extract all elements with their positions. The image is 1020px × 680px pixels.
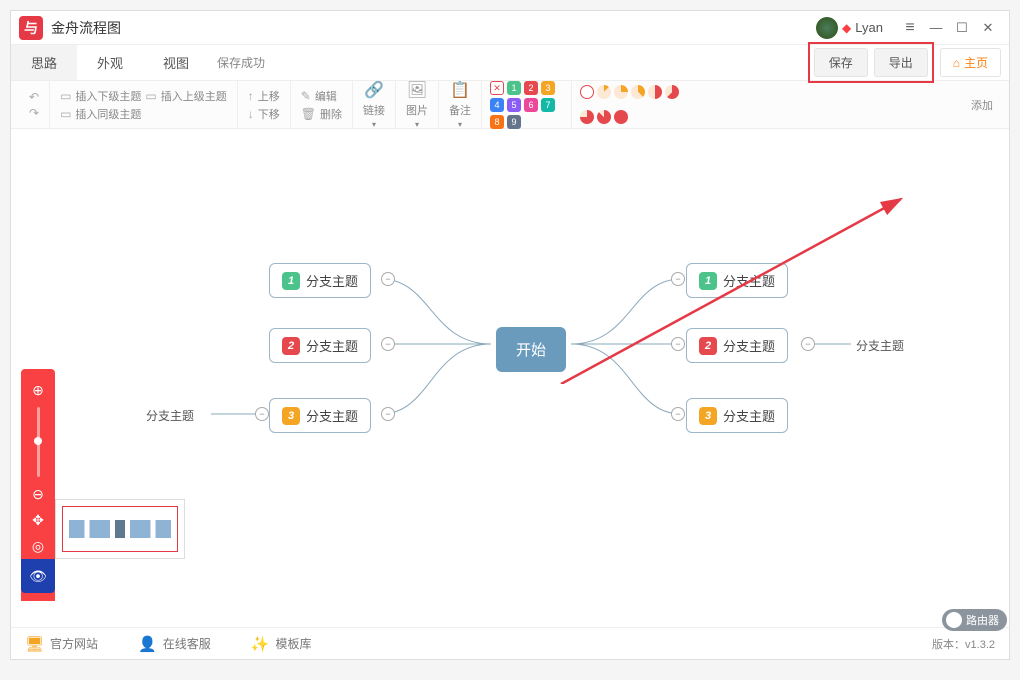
tab-mind[interactable]: 思路 (11, 45, 77, 80)
user-avatar[interactable] (816, 17, 838, 39)
collapse-l1[interactable]: − (381, 272, 395, 286)
marker-2[interactable]: 2 (524, 81, 538, 95)
marker-x[interactable]: ✕ (490, 81, 504, 95)
menu-icon[interactable]: ≡ (897, 15, 923, 41)
save-button[interactable]: 保存 (814, 48, 868, 77)
collapse-r2[interactable]: − (671, 337, 685, 351)
footer: 🖥官方网站 👤在线客服 ✨模板库 版本：v1.3.2 (11, 627, 1009, 659)
right-node-3[interactable]: 3分支主题 (686, 398, 788, 433)
add-label[interactable]: 添加 (971, 97, 1001, 113)
minimize-button[interactable]: — (923, 15, 949, 41)
marker-5[interactable]: 5 (507, 98, 521, 112)
home-icon: ⌂ (953, 56, 960, 70)
edit-button[interactable]: ✎编辑 (301, 88, 342, 104)
move-up-button[interactable]: ↑上移 (248, 88, 280, 104)
collapse-r3[interactable]: − (671, 407, 685, 421)
zoom-out-button[interactable]: ⊖ (27, 483, 49, 505)
highlighted-actions: 保存 导出 (808, 42, 934, 83)
delete-button[interactable]: 🗑删除 (301, 106, 342, 122)
insert-group: ▭插入下级主题 ▭插入上级主题 ▭插入同级主题 (50, 81, 238, 128)
app-title: 金舟流程图 (51, 18, 816, 38)
progress-2[interactable] (614, 85, 628, 99)
home-button[interactable]: ⌂ 主页 (940, 48, 1001, 77)
marker-4[interactable]: 4 (490, 98, 504, 112)
marker-9[interactable]: 9 (507, 115, 521, 129)
app-window: 与 金舟流程图 ◆ Lyan ≡ — ☐ ✕ 思路 外观 视图 保存成功 保存 … (10, 10, 1010, 660)
close-button[interactable]: ✕ (975, 15, 1001, 41)
progress-1[interactable] (597, 85, 611, 99)
tab-view[interactable]: 视图 (143, 45, 209, 80)
progress-4[interactable] (648, 85, 662, 99)
image-icon: 🖼 (407, 80, 427, 100)
premium-icon: ◆ (842, 21, 851, 35)
action-buttons: 保存 导出 ⌂ 主页 (808, 42, 1001, 83)
headset-icon: 👤 (138, 635, 157, 653)
marker-1[interactable]: 1 (507, 81, 521, 95)
templates-link[interactable]: ✨模板库 (251, 635, 312, 653)
move-down-button[interactable]: ↓下移 (248, 106, 280, 122)
extra-right-node[interactable]: 分支主题 (856, 337, 904, 354)
collapse-r1[interactable]: − (671, 272, 685, 286)
progress-5[interactable] (665, 85, 679, 99)
progress-3[interactable] (631, 85, 645, 99)
router-badge: 路由器 (942, 609, 1007, 631)
progress-markers (572, 81, 702, 128)
save-status: 保存成功 (217, 54, 265, 71)
left-node-1[interactable]: 1分支主题 (269, 263, 371, 298)
right-node-2[interactable]: 2分支主题 (686, 328, 788, 363)
left-node-2[interactable]: 2分支主题 (269, 328, 371, 363)
progress-6[interactable] (580, 110, 594, 124)
link-button[interactable]: 🔗链接▾ (353, 81, 396, 128)
minimap[interactable] (55, 499, 185, 559)
marker-6[interactable]: 6 (524, 98, 538, 112)
export-button[interactable]: 导出 (874, 48, 928, 77)
redo-icon[interactable]: ↷ (29, 106, 39, 120)
insert-sibling-button[interactable]: ▭插入同级主题 (60, 106, 227, 122)
zoom-in-button[interactable]: ⊕ (27, 379, 49, 401)
insert-sub-button[interactable]: ▭插入下级主题 ▭插入上级主题 (60, 88, 227, 104)
marker-3[interactable]: 3 (541, 81, 555, 95)
username[interactable]: Lyan (855, 20, 883, 35)
zoom-toolbar: ⊕ ⊖ ✥ ◎ 👁 (21, 369, 55, 601)
app-logo: 与 (19, 16, 43, 40)
preview-toggle-button[interactable]: 👁 (27, 565, 49, 587)
support-link[interactable]: 👤在线客服 (138, 635, 211, 653)
tab-appearance[interactable]: 外观 (77, 45, 143, 80)
link-icon: 🔗 (364, 80, 384, 100)
marker-7[interactable]: 7 (541, 98, 555, 112)
collapse-l2[interactable]: − (381, 337, 395, 351)
zoom-slider[interactable] (37, 407, 40, 477)
undo-redo-group: ↶ ↷ (19, 81, 50, 128)
note-icon: 📋 (450, 80, 470, 100)
maximize-button[interactable]: ☐ (949, 15, 975, 41)
fit-button[interactable]: ◎ (27, 535, 49, 557)
version-label: 版本：v1.3.2 (932, 636, 995, 652)
website-link[interactable]: 🖥官方网站 (25, 635, 98, 653)
undo-icon[interactable]: ↶ (29, 90, 39, 104)
marker-8[interactable]: 8 (490, 115, 504, 129)
move-group: ↑上移 ↓下移 (238, 81, 291, 128)
image-button[interactable]: 🖼图片▾ (396, 81, 439, 128)
right-node-1[interactable]: 1分支主题 (686, 263, 788, 298)
edit-group: ✎编辑 🗑删除 (291, 81, 353, 128)
titlebar: 与 金舟流程图 ◆ Lyan ≡ — ☐ ✕ (11, 11, 1009, 45)
note-button[interactable]: 📋备注▾ (439, 81, 482, 128)
priority-markers: ✕ 123 4567 89 (482, 81, 572, 128)
pan-button[interactable]: ✥ (27, 509, 49, 531)
canvas[interactable]: 开始 1分支主题 2分支主题 3分支主题 1分支主题 2分支主题 3分支主题 分… (11, 129, 1009, 627)
monitor-icon: 🖥 (25, 635, 44, 653)
collapse-er[interactable]: − (801, 337, 815, 351)
progress-7[interactable] (597, 110, 611, 124)
template-icon: ✨ (251, 635, 270, 653)
progress-0[interactable] (580, 85, 594, 99)
toolbar: ↶ ↷ ▭插入下级主题 ▭插入上级主题 ▭插入同级主题 ↑上移 ↓下移 ✎编辑 … (11, 81, 1009, 129)
collapse-l3[interactable]: − (381, 407, 395, 421)
tabbar: 思路 外观 视图 保存成功 保存 导出 ⌂ 主页 (11, 45, 1009, 81)
center-node[interactable]: 开始 (496, 327, 566, 372)
left-node-3[interactable]: 3分支主题 (269, 398, 371, 433)
progress-8[interactable] (614, 110, 628, 124)
collapse-el[interactable]: − (255, 407, 269, 421)
extra-left-node[interactable]: 分支主题 (146, 407, 194, 424)
